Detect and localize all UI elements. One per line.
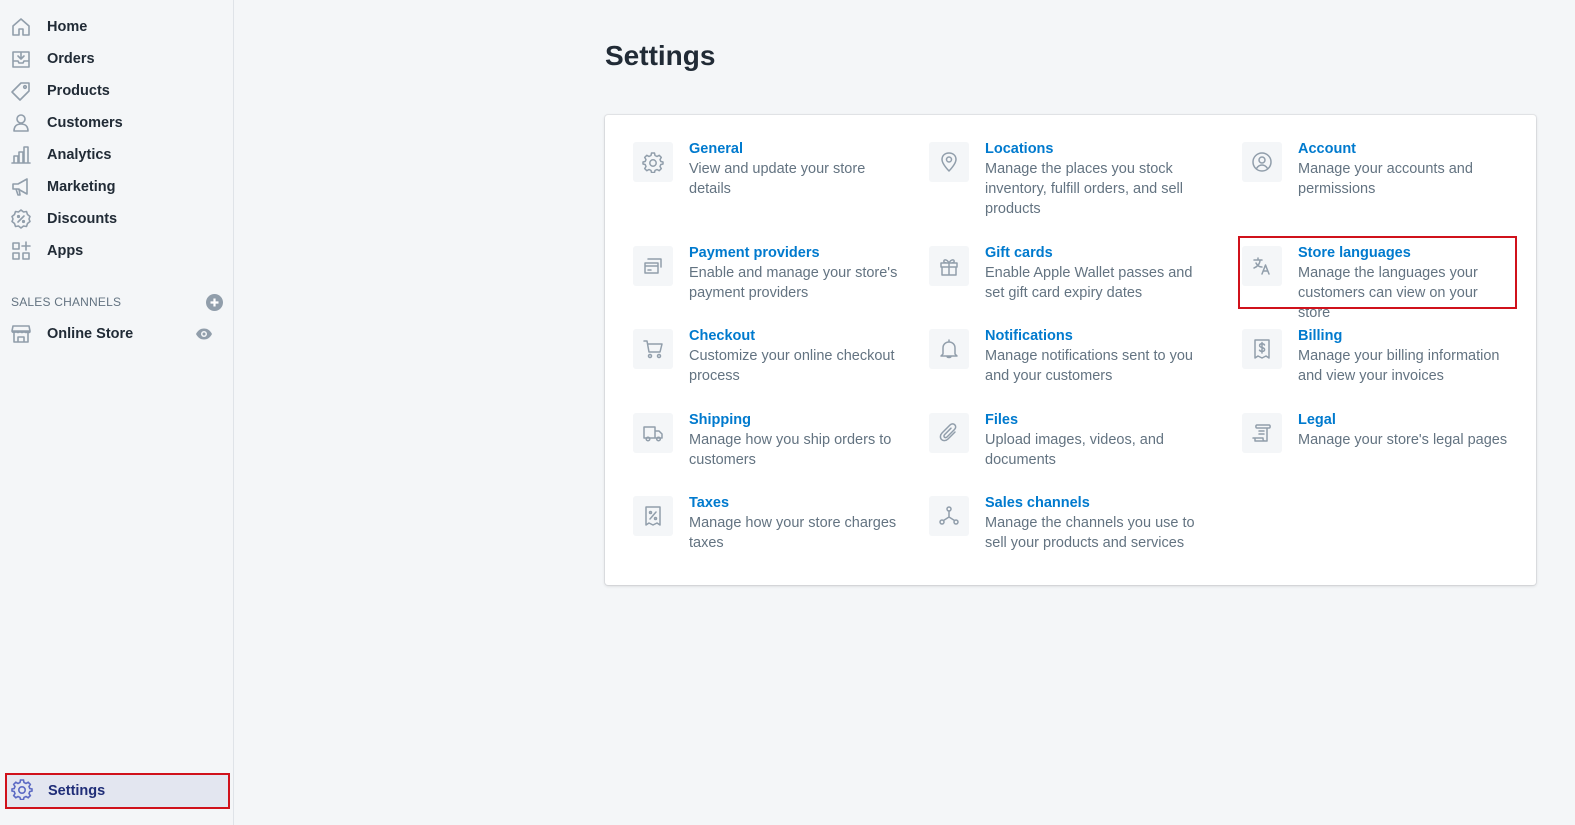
setting-description: Manage notifications sent to you and you… xyxy=(985,348,1193,384)
setting-title: Billing xyxy=(1298,328,1343,344)
setting-general[interactable]: General View and update your store detail… xyxy=(633,141,909,199)
setting-shipping[interactable]: Shipping Manage how you ship orders to cu… xyxy=(633,412,909,470)
sidebar-item-label: Apps xyxy=(47,243,84,259)
payment-icon xyxy=(633,246,673,286)
sidebar-item-label: Marketing xyxy=(47,179,116,195)
location-pin-icon xyxy=(929,142,969,182)
setting-description: Enable Apple Wallet passes and set gift … xyxy=(985,265,1193,301)
sidebar-item-label: Discounts xyxy=(47,211,118,227)
tag-icon xyxy=(10,80,32,102)
setting-title: Account xyxy=(1298,141,1356,157)
setting-title: Gift cards xyxy=(985,245,1053,261)
store-icon xyxy=(10,323,32,345)
setting-notifications[interactable]: Notifications Manage notifications sent t… xyxy=(929,328,1215,386)
setting-checkout[interactable]: Checkout Customize your online checkout p… xyxy=(633,328,909,386)
gear-icon xyxy=(633,142,673,182)
setting-description: Manage how your store charges taxes xyxy=(689,515,897,551)
sidebar-item-label: Products xyxy=(47,83,110,99)
cart-icon xyxy=(633,329,673,369)
setting-files[interactable]: Files Upload images, videos, and document… xyxy=(929,412,1215,470)
sidebar-item-label: Online Store xyxy=(47,326,134,342)
sidebar-item-analytics[interactable]: Analytics xyxy=(0,139,233,171)
setting-description: Customize your online checkout process xyxy=(689,348,895,384)
app-root: Home Orders Products Customers Analytics… xyxy=(0,0,1575,825)
setting-description: Manage the languages your customers can … xyxy=(1298,265,1478,321)
setting-description: Manage your billing information and view… xyxy=(1298,348,1500,384)
sidebar-item-products[interactable]: Products xyxy=(0,75,233,107)
tax-receipt-icon xyxy=(633,496,673,536)
bell-icon xyxy=(929,329,969,369)
translate-icon xyxy=(1242,246,1282,286)
sidebar-item-orders[interactable]: Orders xyxy=(0,43,233,75)
billing-icon xyxy=(1242,329,1282,369)
view-online-store-button[interactable] xyxy=(195,325,213,343)
setting-title: Store languages xyxy=(1298,245,1411,261)
setting-title: Checkout xyxy=(689,328,756,344)
setting-title: Notifications xyxy=(985,328,1073,344)
setting-taxes[interactable]: Taxes Manage how your store charges taxes xyxy=(633,495,909,553)
legal-icon xyxy=(1242,413,1282,453)
setting-store-languages[interactable]: Store languages Manage the languages your… xyxy=(1242,245,1513,323)
sidebar-item-settings[interactable]: Settings xyxy=(5,773,230,809)
apps-icon xyxy=(10,240,32,262)
eye-icon xyxy=(196,328,212,340)
sidebar-item-discounts[interactable]: Discounts xyxy=(0,203,233,235)
megaphone-icon xyxy=(10,176,32,198)
person-icon xyxy=(10,112,32,134)
setting-title: Sales channels xyxy=(985,495,1090,511)
sidebar-nav: Home Orders Products Customers Analytics… xyxy=(0,11,233,267)
sidebar-item-label: Settings xyxy=(48,783,106,799)
sidebar-item-apps[interactable]: Apps xyxy=(0,235,233,267)
add-sales-channel-button[interactable] xyxy=(206,293,223,311)
setting-description: Enable and manage your store's payment p… xyxy=(689,265,898,301)
setting-billing[interactable]: Billing Manage your billing information a… xyxy=(1242,328,1513,386)
setting-description: Manage your store's legal pages xyxy=(1298,432,1508,448)
setting-sales-channels[interactable]: Sales channels Manage the channels you us… xyxy=(929,495,1215,553)
setting-account[interactable]: Account Manage your accounts and permissi… xyxy=(1242,141,1513,199)
setting-title: Files xyxy=(985,412,1019,428)
discount-icon xyxy=(10,208,32,230)
online-store-row: Online Store xyxy=(0,318,233,350)
setting-locations[interactable]: Locations Manage the places you stock inv… xyxy=(929,141,1215,219)
setting-title: Payment providers xyxy=(689,245,820,261)
sidebar: Home Orders Products Customers Analytics… xyxy=(0,0,234,825)
sidebar-item-label: Analytics xyxy=(47,147,112,163)
home-icon xyxy=(10,16,32,38)
setting-title: Locations xyxy=(985,141,1054,157)
sidebar-item-label: Customers xyxy=(47,115,123,131)
sidebar-item-home[interactable]: Home xyxy=(0,11,233,43)
setting-title: Taxes xyxy=(689,495,730,511)
sidebar-item-marketing[interactable]: Marketing xyxy=(0,171,233,203)
sidebar-item-label: Orders xyxy=(47,51,95,67)
setting-description: Manage how you ship orders to customers xyxy=(689,432,892,468)
page-title: Settings xyxy=(605,40,716,71)
setting-payment-providers[interactable]: Payment providers Enable and manage your … xyxy=(633,245,909,303)
bar-chart-icon xyxy=(10,144,32,166)
setting-description: View and update your store details xyxy=(689,161,866,197)
orders-icon xyxy=(10,48,32,70)
setting-legal[interactable]: Legal Manage your store's legal pages xyxy=(1242,412,1513,453)
setting-title: Legal xyxy=(1298,412,1336,428)
setting-description: Manage the places you stock inventory, f… xyxy=(985,161,1183,217)
account-icon xyxy=(1242,142,1282,182)
setting-description: Manage your accounts and permissions xyxy=(1298,161,1473,197)
plus-icon xyxy=(210,298,219,306)
setting-gift-cards[interactable]: Gift cards Enable Apple Wallet passes and… xyxy=(929,245,1215,303)
setting-description: Manage the channels you use to sell your… xyxy=(985,515,1195,551)
gear-icon xyxy=(11,778,33,805)
channels-icon xyxy=(929,496,969,536)
setting-description: Upload images, videos, and documents xyxy=(985,432,1164,468)
sidebar-item-label: Home xyxy=(47,19,88,35)
truck-icon xyxy=(633,413,673,453)
sales-channels-header: SALES CHANNELS xyxy=(11,292,223,312)
setting-title: Shipping xyxy=(689,412,752,428)
setting-title: General xyxy=(689,141,743,157)
paperclip-icon xyxy=(929,413,969,453)
sidebar-item-customers[interactable]: Customers xyxy=(0,107,233,139)
sales-channels-title: SALES CHANNELS xyxy=(11,295,122,309)
gift-icon xyxy=(929,246,969,286)
settings-card: General View and update your store detail… xyxy=(605,115,1536,585)
